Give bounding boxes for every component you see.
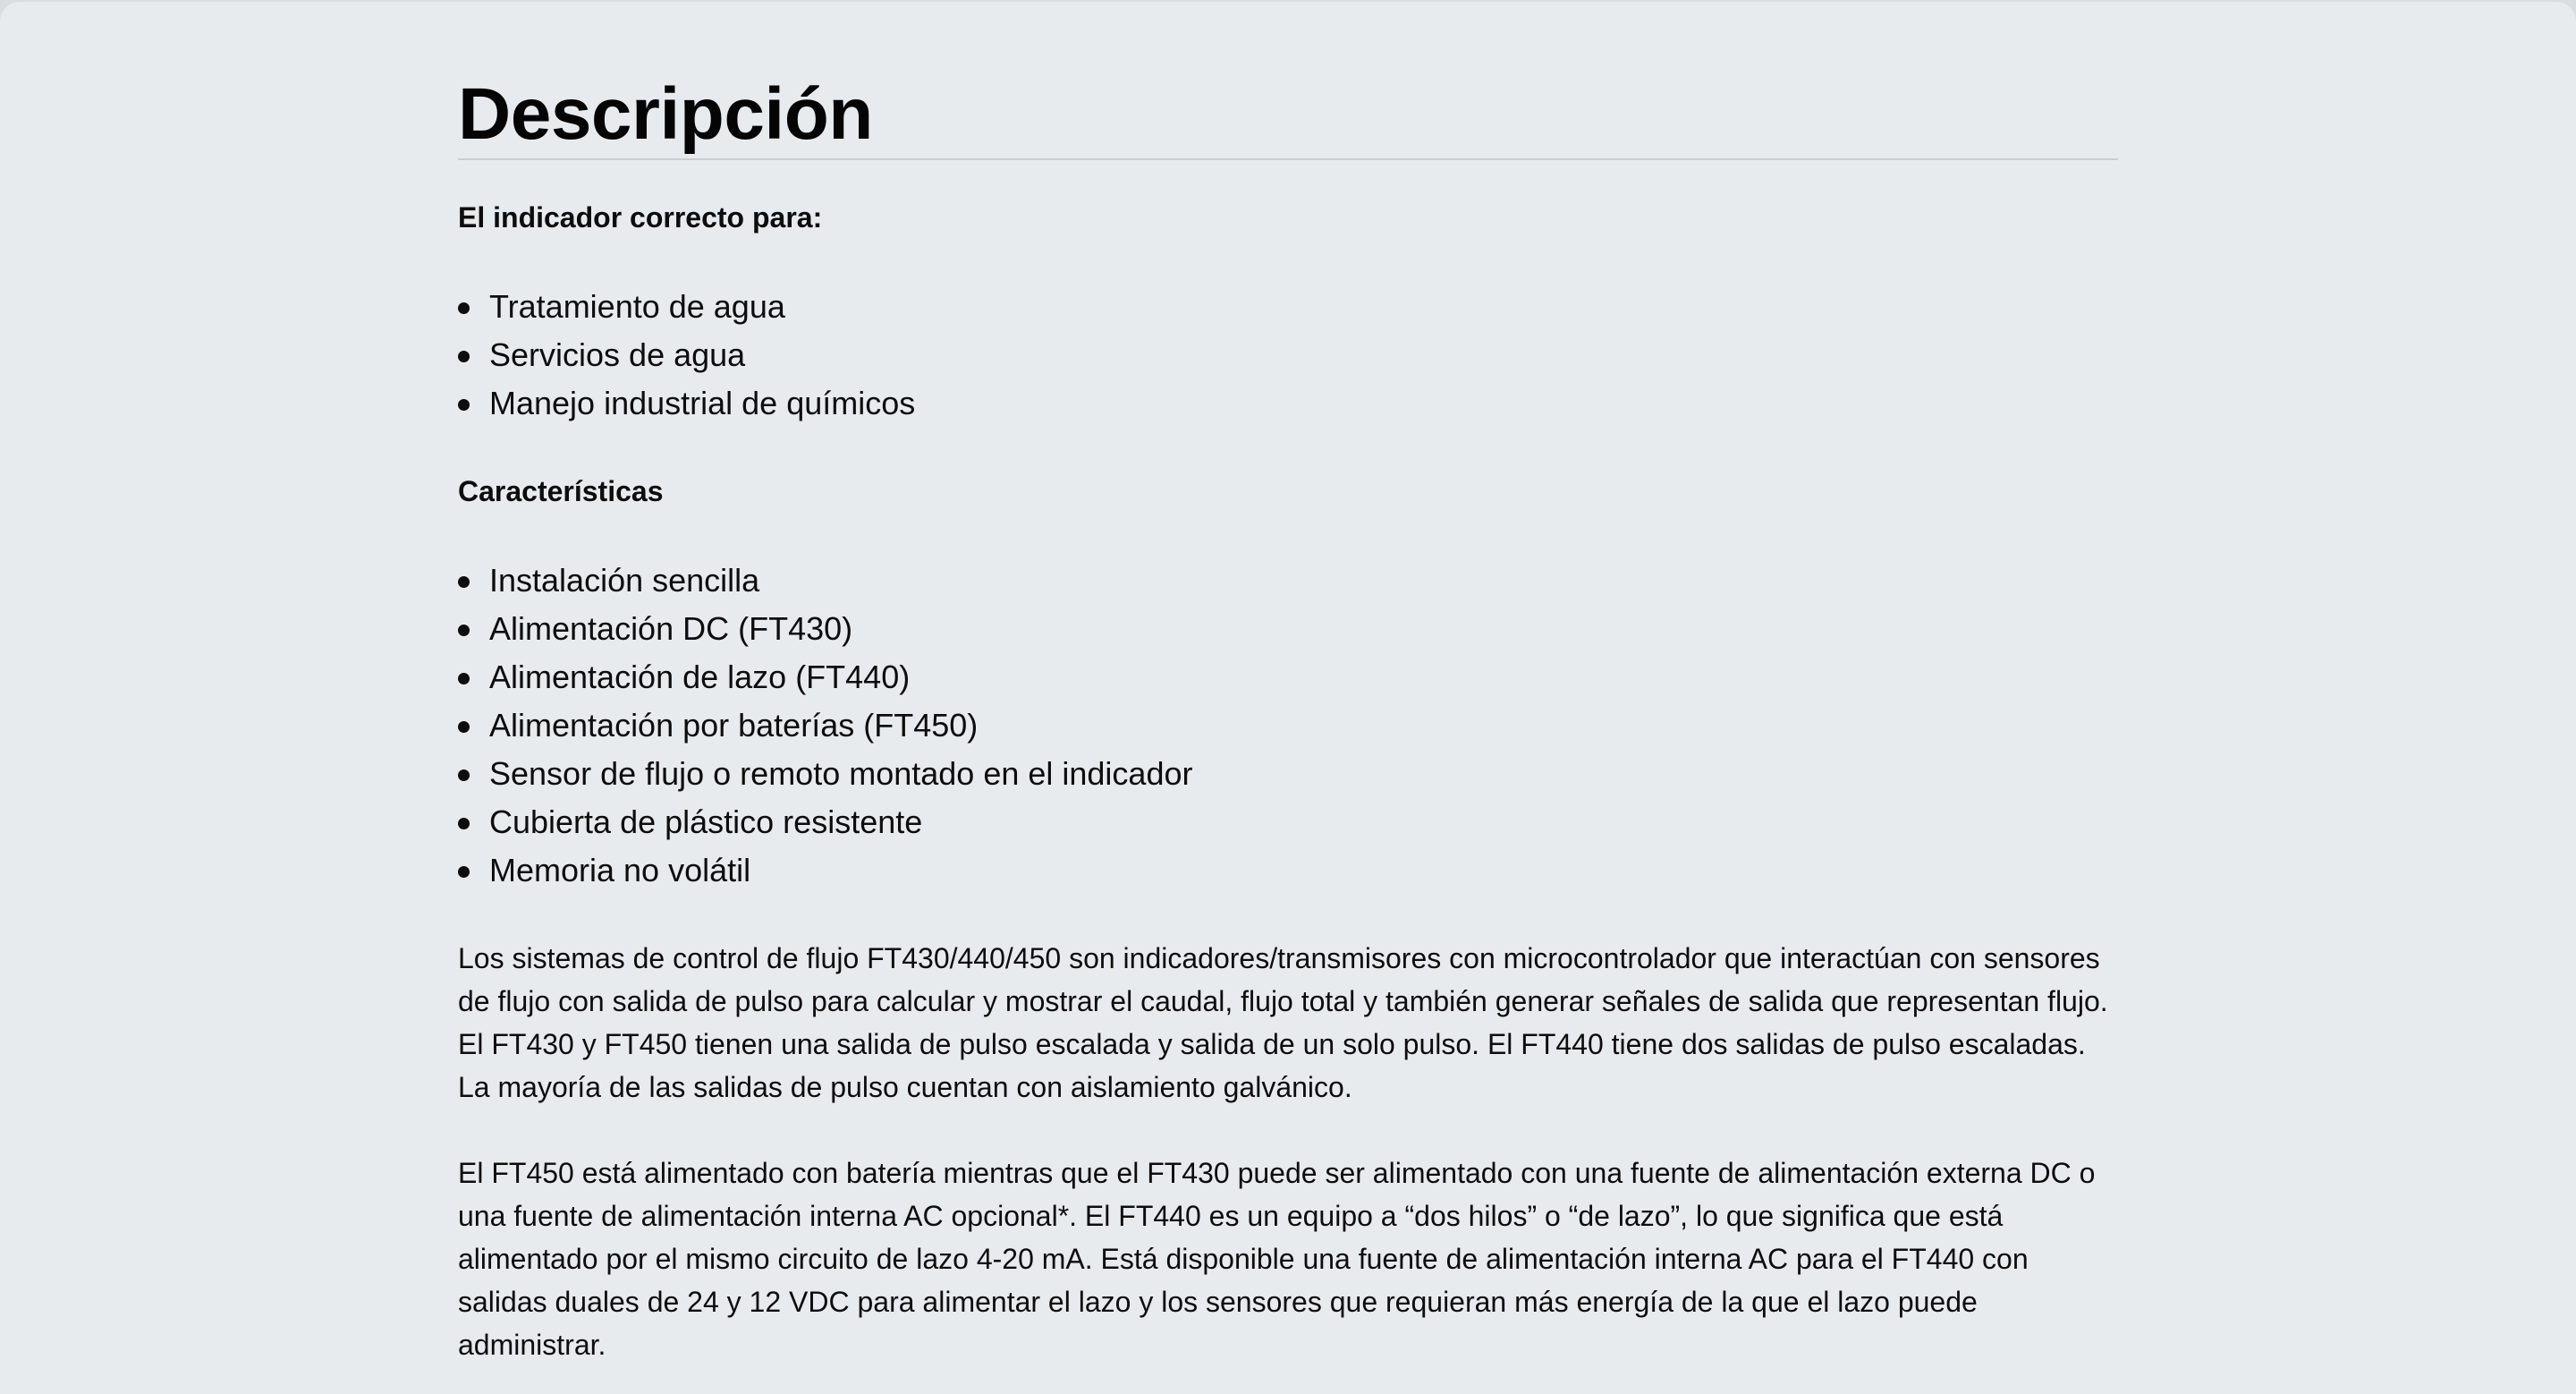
bullet-icon: [458, 351, 470, 362]
list-item: Alimentación por baterías (FT450): [458, 701, 1192, 750]
page-title: Descripción: [458, 73, 873, 155]
list-item: Cubierta de plástico resistente: [458, 798, 1192, 846]
list-item-label: Servicios de agua: [489, 336, 746, 373]
bullet-icon: [458, 769, 470, 781]
features-list: Instalación sencilla Alimentación DC (FT…: [458, 557, 1192, 895]
bullet-icon: [458, 302, 470, 314]
list-item-label: Tratamiento de agua: [489, 288, 785, 325]
list-item: Manejo industrial de químicos: [458, 379, 915, 428]
list-item: Instalación sencilla: [458, 557, 1192, 605]
bullet-icon: [458, 576, 470, 588]
description-paragraph: El FT450 está alimentado con batería mie…: [458, 1157, 2096, 1361]
list-item: Alimentación DC (FT430): [458, 605, 1192, 653]
bullet-icon: [458, 721, 470, 733]
list-item-label: Memoria no volátil: [489, 852, 751, 888]
description-paragraph: Los sistemas de control de flujo FT430/4…: [458, 942, 2108, 1103]
bullet-icon: [458, 673, 470, 684]
list-item: Tratamiento de agua: [458, 283, 915, 331]
list-item: Servicios de agua: [458, 331, 915, 379]
list-item-label: Manejo industrial de químicos: [489, 385, 916, 421]
list-item: Alimentación de lazo (FT440): [458, 653, 1192, 701]
list-item-label: Alimentación por baterías (FT450): [489, 707, 979, 744]
list-item-label: Alimentación de lazo (FT440): [489, 659, 911, 695]
list-item-label: Sensor de flujo o remoto montado en el i…: [489, 755, 1193, 792]
list-item-label: Cubierta de plástico resistente: [489, 803, 923, 840]
list-item-label: Alimentación DC (FT430): [489, 610, 853, 647]
applications-list: Tratamiento de agua Servicios de agua Ma…: [458, 283, 915, 428]
title-divider: [458, 158, 2118, 160]
list-item: Sensor de flujo o remoto montado en el i…: [458, 750, 1192, 798]
bullet-icon: [458, 625, 470, 636]
bullet-icon: [458, 818, 470, 829]
page-window: Descripción El indicador correcto para: …: [0, 2, 2576, 1394]
applications-heading: El indicador correcto para:: [458, 201, 823, 234]
list-item-label: Instalación sencilla: [489, 562, 760, 599]
features-heading: Características: [458, 475, 664, 507]
bullet-icon: [458, 399, 470, 411]
bullet-icon: [458, 866, 470, 878]
list-item: Memoria no volátil: [458, 846, 1192, 895]
